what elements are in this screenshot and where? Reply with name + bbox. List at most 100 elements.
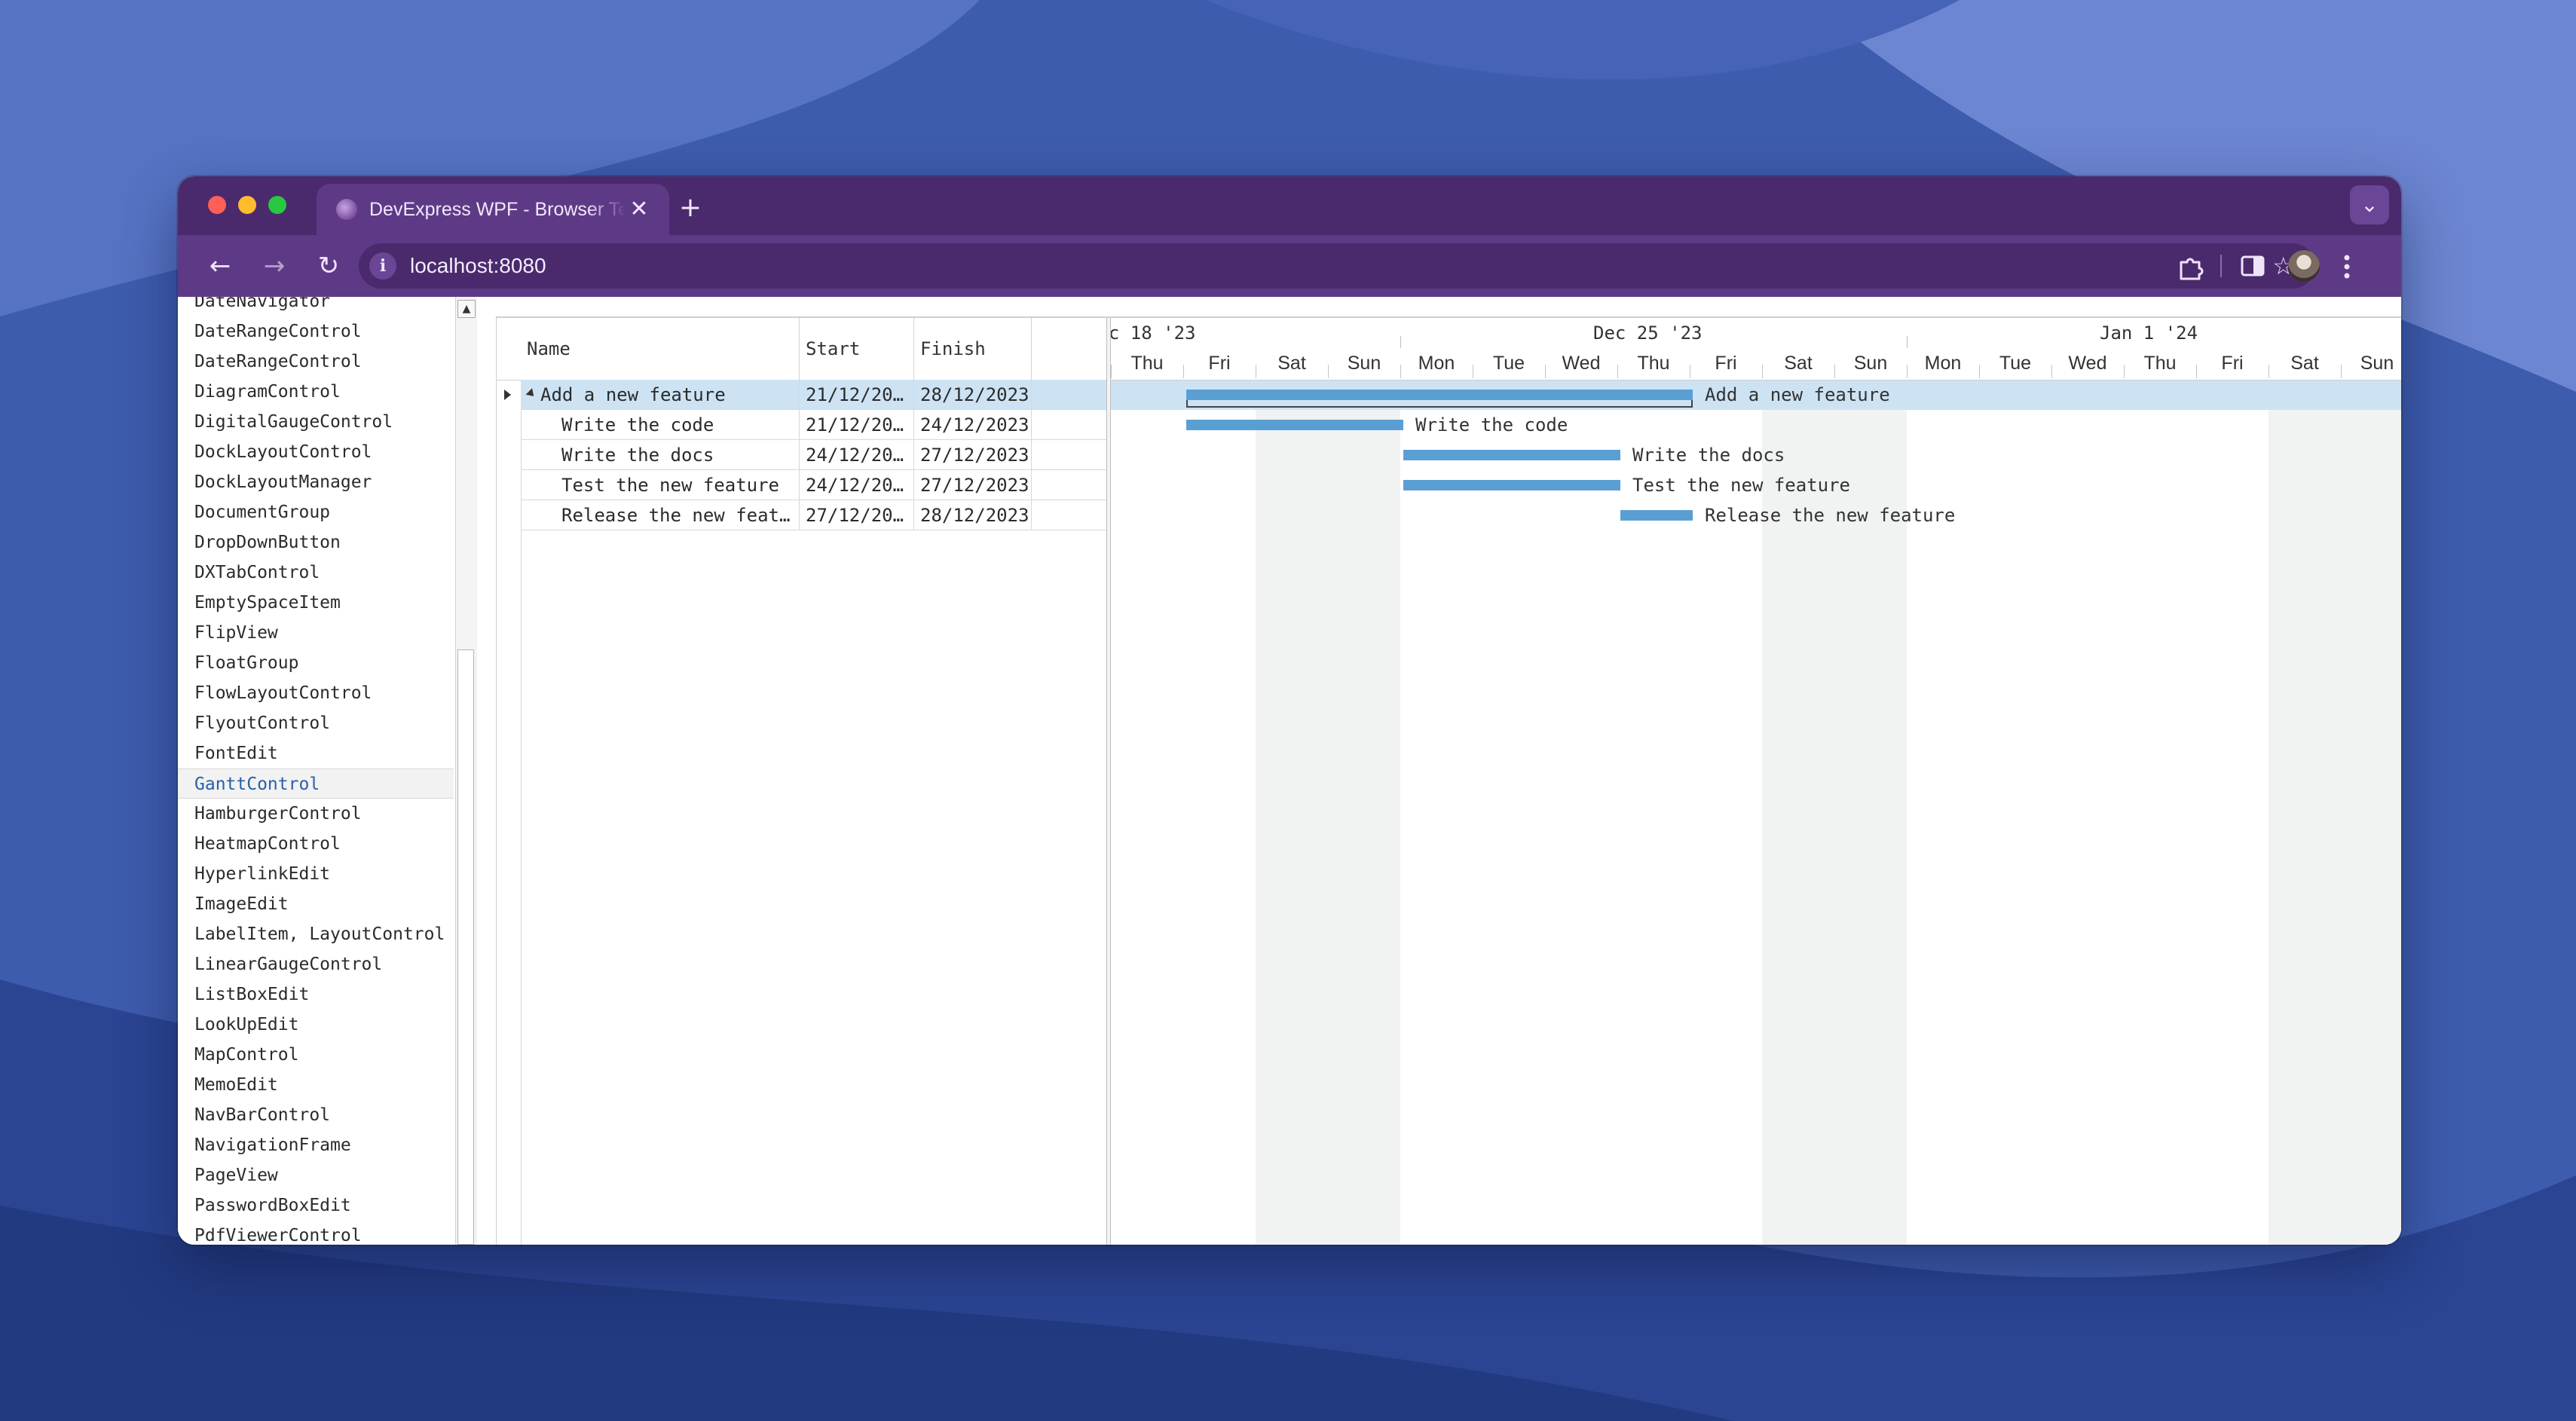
control-list-item[interactable]: ImageEdit bbox=[178, 889, 454, 919]
day-label: Sat bbox=[1784, 353, 1813, 374]
browser-tab-active[interactable]: DevExpress WPF - Browser Template ✕ bbox=[317, 184, 669, 235]
tab-search-button[interactable]: ⌄ bbox=[2350, 185, 2389, 225]
scroll-up-button[interactable]: ▲ bbox=[457, 300, 476, 318]
control-list-item[interactable]: NavBarControl bbox=[178, 1100, 454, 1130]
control-list-item[interactable]: PdfViewerControl bbox=[178, 1221, 454, 1245]
address-bar[interactable]: i localhost:8080 ☆ bbox=[359, 243, 2315, 289]
task-row[interactable]: Add a new feature 21/12/2023 28/12/2023 bbox=[521, 380, 1107, 410]
control-list-item[interactable]: HyperlinkEdit bbox=[178, 859, 454, 889]
control-list-item[interactable]: EmptySpaceItem bbox=[178, 588, 454, 618]
control-list-item[interactable]: DateRangeControl bbox=[178, 316, 454, 347]
control-list-item[interactable]: DockLayoutControl bbox=[178, 437, 454, 467]
column-header-finish[interactable]: Finish bbox=[914, 318, 1032, 380]
gantt-timeline[interactable]: Thu Fri Sat Sun Mon Tue Wed Thu Fri Sat Sun Mon Tue W… bbox=[1111, 318, 2401, 1245]
day-tick bbox=[1328, 365, 1329, 378]
control-list-scrollbar[interactable]: ▲ bbox=[455, 297, 477, 1245]
new-tab-button[interactable]: + bbox=[675, 193, 705, 223]
control-list-item[interactable]: PasswordBoxEdit bbox=[178, 1190, 454, 1221]
tab-close-icon[interactable]: ✕ bbox=[626, 196, 653, 223]
task-bar[interactable] bbox=[1620, 510, 1693, 521]
task-start-cell[interactable]: 21/12/2023 bbox=[800, 410, 914, 440]
day-label: Tue bbox=[1492, 353, 1525, 374]
control-list-item[interactable]: HeatmapControl bbox=[178, 829, 454, 859]
day-label: Tue bbox=[1999, 353, 2032, 374]
favicon-icon bbox=[336, 199, 357, 220]
task-name-cell[interactable]: Write the code bbox=[521, 410, 800, 440]
task-row[interactable]: Test the new feature 24/12/2023 27/12/2023 bbox=[521, 470, 1107, 500]
control-list-item[interactable]: LabelItem, LayoutControl bbox=[178, 919, 454, 949]
control-list-item[interactable]: FlipView bbox=[178, 618, 454, 648]
close-window-button[interactable] bbox=[208, 196, 226, 214]
site-info-icon[interactable]: i bbox=[369, 252, 396, 280]
page-content: DateNavigator DateRangeControl DateRangeCo… bbox=[178, 297, 2401, 1245]
control-list-item[interactable]: DXTabControl bbox=[178, 558, 454, 588]
day-tick bbox=[1907, 365, 1908, 378]
forward-button[interactable]: → bbox=[256, 248, 292, 284]
task-bar[interactable] bbox=[1186, 420, 1403, 430]
task-bar[interactable] bbox=[1403, 480, 1620, 490]
task-finish-cell[interactable]: 24/12/2023 bbox=[914, 410, 1032, 440]
control-list-item[interactable]: NavigationFrame bbox=[178, 1130, 454, 1160]
control-list-item[interactable]: FontEdit bbox=[178, 738, 454, 769]
control-list-item[interactable]: DateNavigator bbox=[178, 297, 454, 316]
control-list-item[interactable]: HamburgerControl bbox=[178, 799, 454, 829]
control-list[interactable]: DateNavigator DateRangeControl DateRangeCo… bbox=[178, 297, 455, 1245]
task-start-cell[interactable]: 21/12/2023 bbox=[800, 380, 914, 410]
control-list-item[interactable]: GanttControl bbox=[178, 769, 454, 799]
minimize-window-button[interactable] bbox=[238, 196, 256, 214]
extensions-icon[interactable] bbox=[2175, 252, 2205, 282]
day-tick bbox=[1617, 365, 1618, 378]
task-finish-cell[interactable]: 27/12/2023 bbox=[914, 440, 1032, 470]
control-list-item[interactable]: LinearGaugeControl bbox=[178, 949, 454, 979]
profile-avatar[interactable] bbox=[2288, 250, 2320, 282]
day-tick bbox=[1111, 365, 1112, 378]
control-list-item[interactable]: FloatGroup bbox=[178, 648, 454, 678]
summary-task-bar[interactable] bbox=[1186, 390, 1693, 400]
task-name-cell[interactable]: Add a new feature bbox=[521, 380, 800, 410]
day-tick bbox=[1400, 365, 1401, 378]
control-list-item[interactable]: MapControl bbox=[178, 1040, 454, 1070]
timeline-header: Thu Fri Sat Sun Mon Tue Wed Thu Fri Sat Sun Mon Tue W… bbox=[1111, 318, 2401, 380]
task-start-cell[interactable]: 24/12/2023 bbox=[800, 440, 914, 470]
control-list-item[interactable]: DiagramControl bbox=[178, 377, 454, 407]
column-header-name[interactable]: Name bbox=[521, 318, 800, 380]
address-url[interactable]: localhost:8080 bbox=[410, 243, 546, 289]
scroll-thumb[interactable] bbox=[457, 649, 474, 1245]
task-finish-cell[interactable]: 28/12/2023 bbox=[914, 380, 1032, 410]
task-row[interactable]: Write the docs 24/12/2023 27/12/2023 bbox=[521, 440, 1107, 470]
reload-button[interactable]: ↻ bbox=[311, 248, 347, 284]
task-finish-cell[interactable]: 28/12/2023 bbox=[914, 500, 1032, 530]
back-button[interactable]: ← bbox=[202, 248, 238, 284]
menu-dots-icon[interactable] bbox=[2339, 252, 2354, 282]
control-list-item[interactable]: DateRangeControl bbox=[178, 347, 454, 377]
control-list-item[interactable]: FlowLayoutControl bbox=[178, 678, 454, 708]
control-list-item[interactable]: DockLayoutManager bbox=[178, 467, 454, 497]
task-name-cell[interactable]: Write the docs bbox=[521, 440, 800, 470]
control-list-item[interactable]: MemoEdit bbox=[178, 1070, 454, 1100]
task-start-cell[interactable]: 24/12/2023 bbox=[800, 470, 914, 500]
collapse-triangle-icon[interactable] bbox=[525, 387, 537, 399]
weekend-shading bbox=[2269, 380, 2341, 1245]
task-row[interactable]: Write the code 21/12/2023 24/12/2023 bbox=[521, 410, 1107, 440]
side-panel-icon[interactable] bbox=[2240, 253, 2265, 279]
column-header-start[interactable]: Start bbox=[800, 318, 914, 380]
task-bar-label: Release the new feature bbox=[1705, 505, 1956, 526]
weekend-shading bbox=[1328, 380, 1400, 1245]
control-list-item[interactable]: DocumentGroup bbox=[178, 497, 454, 527]
task-row[interactable]: Release the new feature 27/12/2023 28/12/2… bbox=[521, 500, 1107, 530]
control-list-item[interactable]: LookUpEdit bbox=[178, 1010, 454, 1040]
task-finish-cell[interactable]: 27/12/2023 bbox=[914, 470, 1032, 500]
task-bar[interactable] bbox=[1403, 450, 1620, 460]
control-list-item[interactable]: DigitalGaugeControl bbox=[178, 407, 454, 437]
task-start-cell[interactable]: 27/12/2023 bbox=[800, 500, 914, 530]
control-list-item[interactable]: PageView bbox=[178, 1160, 454, 1190]
task-name-cell[interactable]: Release the new feature bbox=[521, 500, 800, 530]
day-tick bbox=[2196, 365, 2197, 378]
task-name-cell[interactable]: Test the new feature bbox=[521, 470, 800, 500]
day-label: Thu bbox=[1637, 353, 1670, 374]
control-list-item[interactable]: FlyoutControl bbox=[178, 708, 454, 738]
control-list-item[interactable]: ListBoxEdit bbox=[178, 979, 454, 1010]
control-list-item[interactable]: DropDownButton bbox=[178, 527, 454, 558]
maximize-window-button[interactable] bbox=[268, 196, 286, 214]
day-label: Thu bbox=[2143, 353, 2177, 374]
